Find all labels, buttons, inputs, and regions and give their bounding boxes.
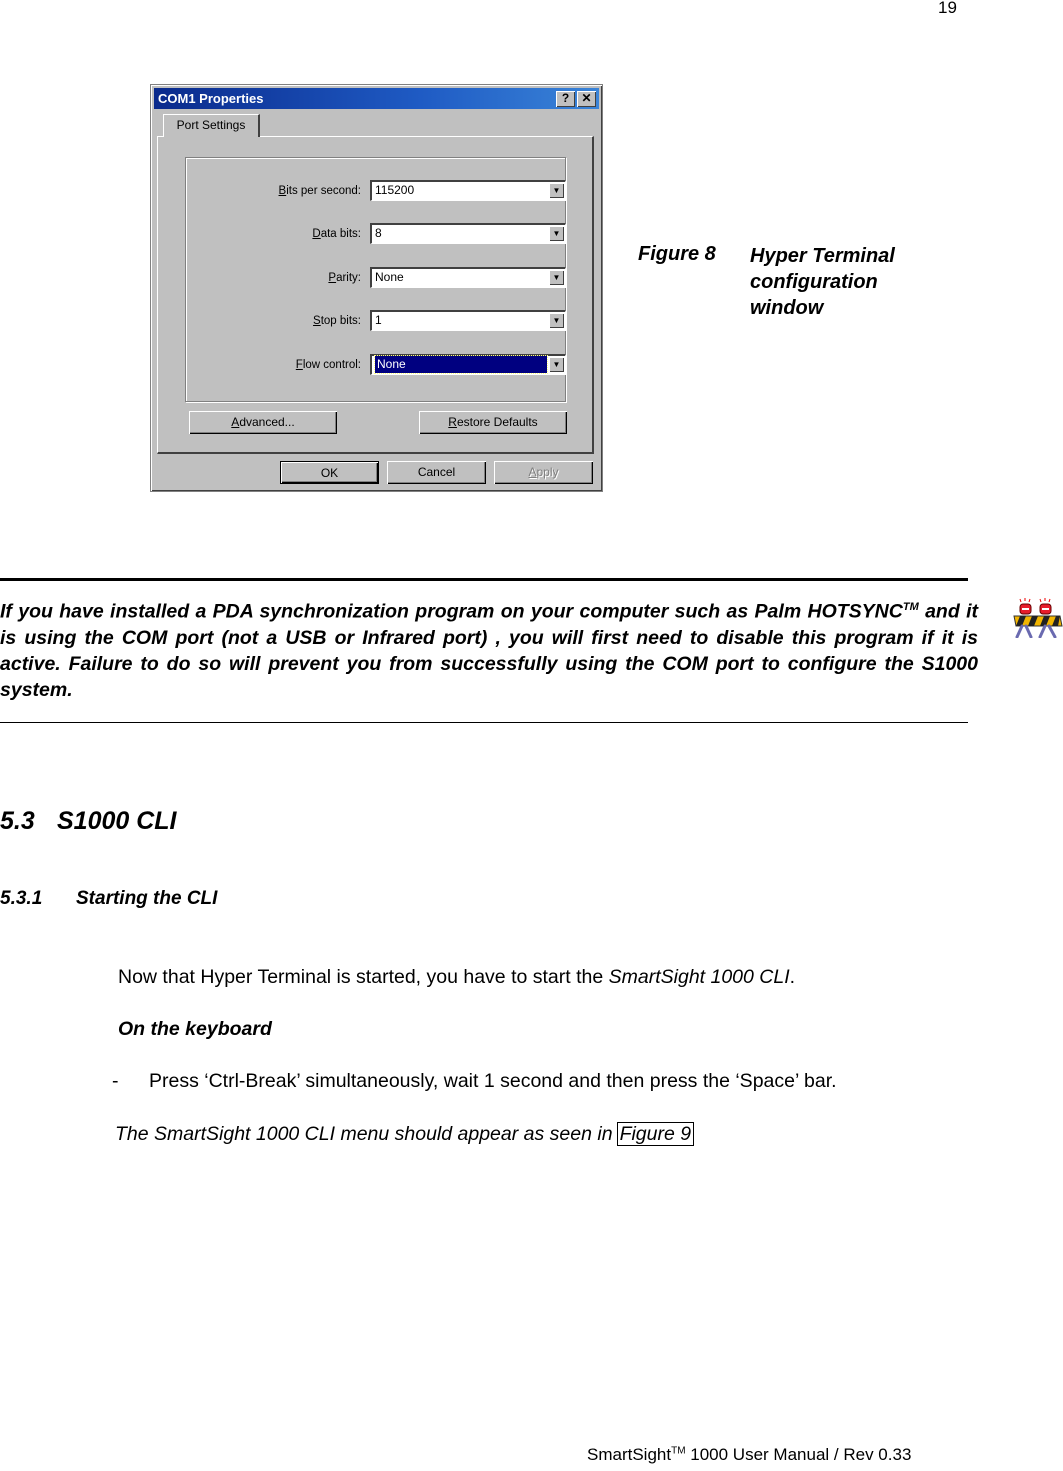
subsection-heading: 5.3.1 Starting the CLI (0, 888, 218, 909)
figure-caption: Hyper Terminal configuration window (750, 245, 895, 319)
keyboard-heading: On the keyboard (118, 1018, 272, 1040)
dialog-title: COM1 Properties (158, 91, 264, 106)
advanced-button[interactable]: Advanced... (189, 411, 337, 434)
tab-port-settings[interactable]: Port Settings (163, 114, 260, 137)
figure-9-link[interactable]: Figure 9 (616, 1122, 695, 1146)
ok-button[interactable]: OK (280, 461, 379, 484)
stop-bits-select[interactable]: 1 ▼ (370, 310, 566, 331)
bits-per-second-label: Bits per second: (278, 185, 361, 197)
note-top-rule (0, 578, 968, 581)
chevron-down-icon[interactable]: ▼ (549, 226, 564, 241)
chevron-down-icon[interactable]: ▼ (549, 357, 564, 372)
close-button[interactable]: ✕ (577, 91, 596, 107)
restore-defaults-button[interactable]: Restore Defaults (419, 411, 567, 434)
parity-label: Parity: (328, 272, 361, 284)
result-paragraph: The SmartSight 1000 CLI menu should appe… (115, 1122, 695, 1146)
figure-label: Figure 8 (638, 243, 716, 265)
data-bits-select[interactable]: 8 ▼ (370, 223, 566, 244)
flow-control-label: Flow control: (295, 359, 361, 371)
section-heading: 5.3 S1000 CLI (0, 807, 177, 835)
warning-note: If you have installed a PDA synchronizat… (0, 600, 978, 701)
dialog-titlebar: COM1 Properties ? ✕ (154, 88, 599, 109)
chevron-down-icon[interactable]: ▼ (549, 183, 564, 198)
close-icon: ✕ (581, 91, 592, 105)
help-button[interactable]: ? (556, 91, 575, 107)
intro-paragraph: Now that Hyper Terminal is started, you … (118, 966, 796, 988)
stop-bits-label: Stop bits: (313, 315, 361, 327)
cancel-button[interactable]: Cancel (387, 461, 486, 484)
apply-button[interactable]: Apply (494, 461, 593, 484)
chevron-down-icon[interactable]: ▼ (549, 313, 564, 328)
bits-per-second-select[interactable]: 115200 ▼ (370, 180, 566, 201)
data-bits-label: Data bits: (312, 228, 361, 240)
port-settings-group: Bits per second: 115200 ▼ Data bits: 8 ▼ P… (185, 157, 566, 402)
parity-select[interactable]: None ▼ (370, 267, 566, 288)
page-footer: SmartSightTM 1000 User Manual / Rev 0.33 (587, 1445, 912, 1464)
chevron-down-icon[interactable]: ▼ (549, 270, 564, 285)
warning-barricade-icon (1012, 598, 1063, 639)
com1-properties-dialog: COM1 Properties ? ✕ Port Settings Bits p… (150, 84, 603, 492)
page-number: 19 (938, 0, 957, 17)
instruction-list-item: - Press ‘Ctrl-Break’ simultaneously, wait… (112, 1070, 837, 1092)
note-bottom-rule (0, 722, 968, 723)
flow-control-select[interactable]: None ▼ (370, 354, 566, 375)
